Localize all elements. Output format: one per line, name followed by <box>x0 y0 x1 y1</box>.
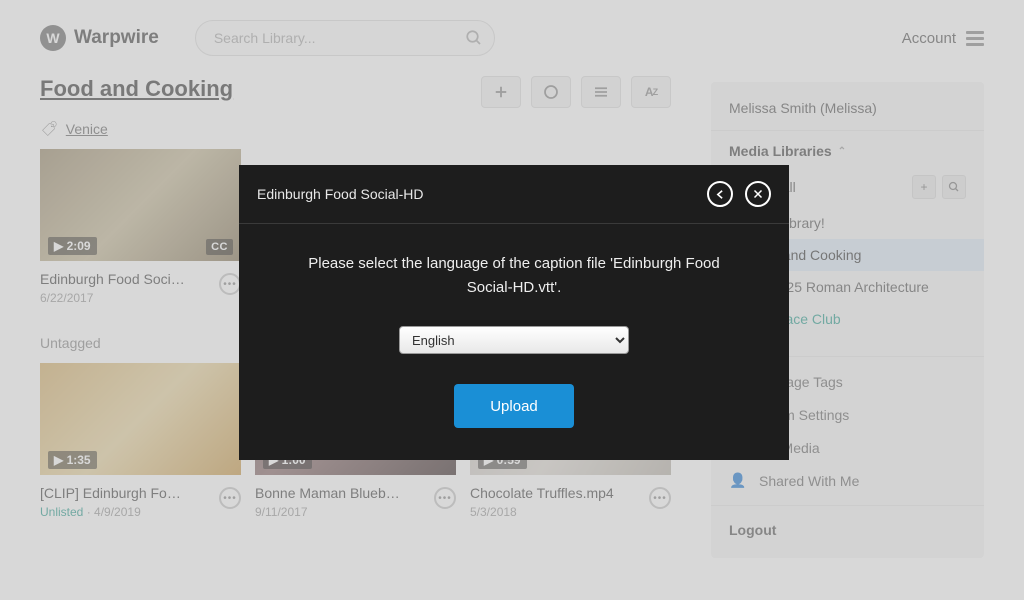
back-button[interactable] <box>707 181 733 207</box>
modal-message: Please select the language of the captio… <box>291 252 737 300</box>
close-button[interactable] <box>745 181 771 207</box>
language-select[interactable]: English <box>399 326 629 354</box>
upload-button[interactable]: Upload <box>454 384 574 428</box>
caption-language-modal: Edinburgh Food Social-HD Please select t… <box>239 165 789 460</box>
modal-title: Edinburgh Food Social-HD <box>257 186 424 202</box>
